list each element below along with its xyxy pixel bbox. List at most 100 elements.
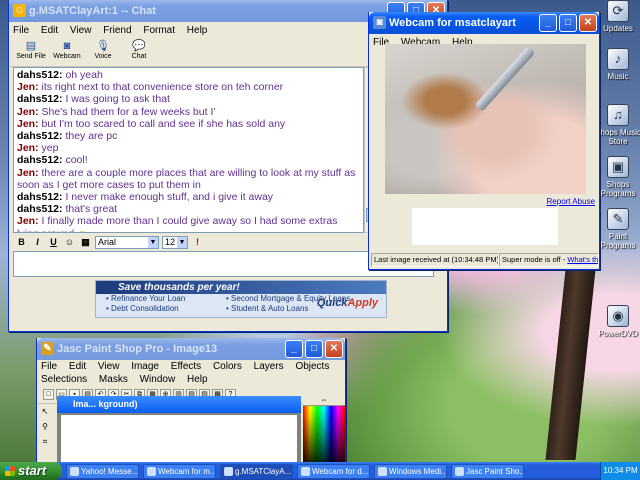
chat-button[interactable]: 💬 Chat (121, 39, 157, 66)
taskbar-item-webcam-m[interactable]: Webcam for m... (143, 463, 216, 479)
new-icon[interactable]: □ (43, 389, 54, 400)
super-mode-status: Super mode is off - What's this? (499, 253, 599, 267)
desktop-icon-music-store[interactable]: ♫ Shops Music Store (594, 104, 640, 146)
report-abuse-link[interactable]: Report Abuse (547, 197, 595, 206)
webcam-icon: ◙ (373, 16, 386, 29)
chevron-down-icon: ▼ (177, 237, 187, 248)
yahoo-smiley-icon: ☺ (13, 4, 26, 17)
start-button[interactable]: start (0, 462, 62, 480)
close-button[interactable]: ✕ (579, 14, 597, 32)
paint-shop-pro-window: ✎ Jasc Paint Shop Pro - Image13 _ □ ✕ Fi… (36, 338, 346, 462)
chat-message: Jen: She's had them for a few weeks but … (17, 105, 216, 118)
menu-file[interactable]: File (13, 25, 29, 36)
chat-message: dahs512: they are pc (17, 130, 118, 143)
menu-image[interactable]: Image (131, 361, 159, 372)
webcam-button[interactable]: ◙ Webcam (49, 39, 85, 66)
text-color-icon[interactable]: ▦ (79, 236, 92, 249)
menu-objects[interactable]: Objects (295, 361, 329, 372)
menu-view[interactable]: View (98, 361, 120, 372)
underline-button[interactable]: U (47, 236, 60, 249)
webcam-title: Webcam for msatclayart (389, 17, 516, 29)
close-button[interactable]: ✕ (325, 340, 343, 358)
menu-help[interactable]: Help (187, 374, 208, 385)
webcam-titlebar[interactable]: ◙ Webcam for msatclayart _ □ ✕ (369, 12, 599, 34)
italic-button[interactable]: I (31, 236, 44, 249)
font-size-select[interactable]: 12 ▼ (162, 236, 188, 249)
arrow-tool-icon[interactable]: ↖ (39, 406, 51, 418)
psp-document-window[interactable]: Ima... kground) (57, 396, 301, 462)
wallpaper-tree (545, 260, 597, 460)
menu-file[interactable]: File (41, 361, 57, 372)
menu-format[interactable]: Format (143, 25, 175, 36)
send-file-button[interactable]: ▤ Send File (13, 39, 49, 66)
sculpting-tool (474, 45, 536, 113)
smiley-emoticon-icon: ☺ (77, 228, 88, 232)
psp-titlebar[interactable]: ✎ Jasc Paint Shop Pro - Image13 _ □ ✕ (37, 338, 345, 360)
minimize-button[interactable]: _ (285, 340, 303, 358)
menu-masks[interactable]: Masks (99, 374, 128, 385)
crop-tool-icon[interactable]: ⌗ (39, 436, 51, 448)
menu-edit[interactable]: Edit (69, 361, 86, 372)
menu-edit[interactable]: Edit (41, 25, 58, 36)
paint-icon: ✎ (607, 208, 629, 230)
taskbar-item-yahoo-messenger[interactable]: Yahoo! Messe... (66, 463, 139, 479)
menu-colors[interactable]: Colors (213, 361, 242, 372)
chat-title: g.MSATClayArt:1 -- Chat (29, 5, 156, 17)
chat-message: dahs512: cool! (17, 154, 88, 167)
font-select[interactable]: Arial ▼ (95, 236, 159, 249)
chat-bubble-icon: 💬 (132, 40, 146, 52)
menu-layers[interactable]: Layers (254, 361, 284, 372)
desktop-icon-powerdvd[interactable]: ◉ PowerDVD (594, 305, 640, 338)
chat-message: Jen: yep (17, 142, 59, 155)
desktop-icon-music[interactable]: ♪ Music (594, 48, 640, 81)
desktop-icon-programs[interactable]: ▣ Shops Programs (594, 156, 640, 198)
zoom-tool-icon[interactable]: ⚲ (39, 421, 51, 433)
send-file-icon: ▤ (25, 40, 37, 52)
desktop-icon-paint[interactable]: ✎ Paint Programs (594, 208, 640, 250)
taskbar-item-paint-shop-pro[interactable]: Jasc Paint Sho... (451, 463, 524, 479)
menu-window[interactable]: Window (140, 374, 176, 385)
programs-icon: ▣ (607, 156, 629, 178)
taskbar-item-windows-media[interactable]: Windows Medi... (374, 463, 447, 479)
buzz-icon[interactable]: ! (191, 236, 204, 249)
color-palette-header: ⇔ (303, 396, 345, 406)
menu-friend[interactable]: Friend (103, 25, 131, 36)
advertisement-banner[interactable]: Save thousands per year! • Refinance You… (95, 280, 387, 318)
voice-button[interactable]: 🎙 Voice (85, 39, 121, 66)
maximize-button[interactable]: □ (305, 340, 323, 358)
music-store-icon: ♫ (607, 104, 629, 126)
emoticon-button[interactable]: ☺ (63, 236, 76, 249)
chat-message: Jen: there are a couple more places that… (17, 166, 356, 191)
microphone-icon: 🎙 (96, 40, 110, 52)
bold-button[interactable]: B (15, 236, 28, 249)
minimize-button[interactable]: _ (539, 14, 557, 32)
chat-message: Jen: but I'm too scared to call and see … (17, 117, 286, 130)
last-image-status: Last image received at (10:34:48 PM) (371, 253, 499, 267)
menu-help[interactable]: Help (187, 25, 208, 36)
music-note-icon: ♪ (607, 48, 629, 70)
psp-menubar: File Edit View Image Effects Colors Laye… (37, 360, 345, 386)
chevron-down-icon: ▼ (148, 237, 158, 248)
menu-view[interactable]: View (70, 25, 92, 36)
chat-message: dahs512: I never make enough stuff, and … (17, 191, 274, 204)
psp-canvas[interactable] (61, 415, 297, 462)
psp-document-title[interactable]: Ima... kground) (57, 396, 301, 413)
whats-this-link[interactable]: What's this? (567, 255, 598, 264)
chat-transcript[interactable]: dahs512: oh yeah Jen: its right next to … (13, 67, 364, 233)
taskbar: start Yahoo! Messe... Webcam for m... g.… (0, 462, 640, 480)
menu-effects[interactable]: Effects (171, 361, 201, 372)
ad-item: • Refinance Your Loan (106, 294, 186, 303)
psp-title: Jasc Paint Shop Pro - Image13 (57, 343, 218, 355)
webcam-ad-area (412, 208, 558, 245)
ad-item: • Debt Consolidation (106, 304, 179, 313)
maximize-button[interactable]: □ (559, 14, 577, 32)
taskbar-item-chat[interactable]: g.MSATClayA... (220, 463, 293, 479)
desktop-icon-updates[interactable]: ⟳ Updates (594, 0, 640, 33)
webcam-video-feed (385, 44, 586, 194)
menu-selections[interactable]: Selections (41, 374, 87, 385)
ad-headline: Save thousands per year! (96, 281, 386, 294)
windows-update-icon: ⟳ (607, 0, 629, 22)
taskbar-item-webcam-d[interactable]: Webcam for d... (297, 463, 370, 479)
chat-message: dahs512: oh yeah (17, 69, 103, 81)
system-tray-clock: 10:34 PM (600, 462, 640, 480)
